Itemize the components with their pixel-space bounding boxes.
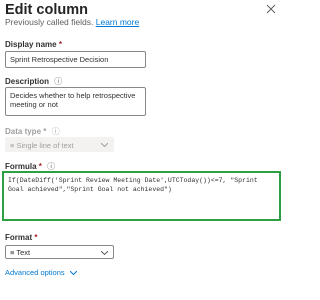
subtitle-text: Previously called fields.: [5, 17, 94, 27]
panel-subtitle: Previously called fields. Learn more: [5, 17, 139, 27]
required-mark: *: [34, 233, 38, 242]
display-name-label: Display name *: [5, 40, 62, 49]
info-icon: ⓘ: [51, 127, 60, 136]
format-label: Format *: [5, 233, 37, 242]
required-mark: *: [38, 162, 42, 171]
data-type-label: Data type * ⓘ: [5, 126, 60, 137]
close-icon[interactable]: [264, 2, 278, 16]
format-select[interactable]: ≡ Text: [5, 245, 114, 259]
info-icon[interactable]: ⓘ: [54, 77, 62, 86]
format-label-text: Format: [5, 233, 33, 242]
display-name-label-text: Display name: [5, 40, 57, 49]
panel-title: Edit column: [5, 2, 88, 18]
advanced-options-label: Advanced options: [5, 268, 65, 277]
data-type-value: Single line of text: [16, 141, 74, 150]
description-textarea[interactable]: Decides whether to help retrospective me…: [5, 87, 146, 116]
data-type-label-text: Data type: [5, 127, 42, 136]
required-mark: *: [43, 127, 47, 136]
info-icon[interactable]: ⓘ: [47, 162, 55, 171]
description-label-text: Description: [5, 77, 50, 86]
formula-label-text: Formula: [5, 162, 37, 171]
text-icon: ≡: [10, 141, 15, 150]
formula-value: If(DateDiff('Sprint Review Meeting Date'…: [8, 177, 258, 193]
data-type-select: ≡ Single line of text: [5, 137, 114, 152]
display-name-input[interactable]: Sprint Retrospective Decision: [5, 51, 146, 68]
display-name-value: Sprint Retrospective Decision: [10, 55, 109, 64]
description-label: Description ⓘ: [5, 76, 62, 87]
formula-editor[interactable]: If(DateDiff('Sprint Review Meeting Date'…: [2, 171, 281, 221]
advanced-options-toggle[interactable]: Advanced options: [5, 268, 78, 277]
format-value: Text: [16, 248, 31, 257]
learn-more-link[interactable]: Learn more: [96, 17, 139, 27]
chevron-down-icon: [69, 270, 78, 276]
chevron-down-icon: [101, 251, 108, 255]
chevron-down-icon: [101, 143, 108, 147]
description-value: Decides whether to help retrospective me…: [10, 91, 136, 109]
required-mark: *: [58, 40, 62, 49]
text-icon: ≡: [10, 248, 15, 257]
